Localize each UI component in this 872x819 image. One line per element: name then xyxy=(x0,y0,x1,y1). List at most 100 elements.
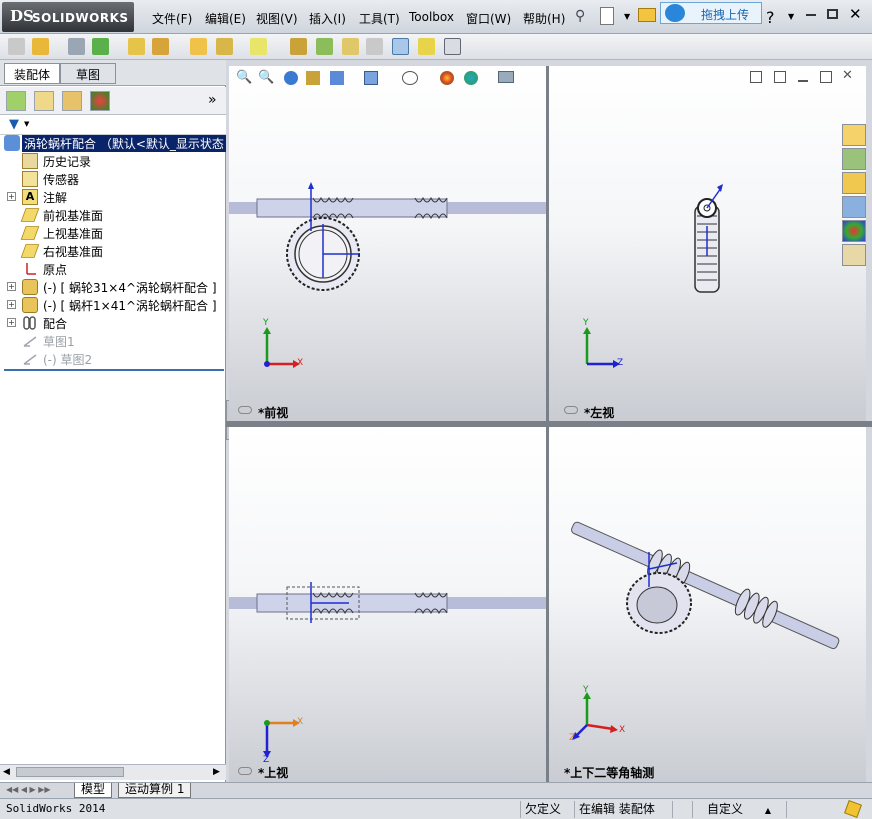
feature-manager-icon[interactable] xyxy=(6,91,26,111)
file-explorer-icon[interactable] xyxy=(842,172,866,194)
apply-scene-icon[interactable] xyxy=(464,71,478,85)
bill-of-materials-icon[interactable] xyxy=(316,38,333,55)
custom-properties-icon[interactable] xyxy=(842,244,866,266)
view-orientation-icon[interactable] xyxy=(364,71,378,85)
sw-resources-icon[interactable] xyxy=(842,124,866,146)
tree-item-label: 上视基准面 xyxy=(43,227,104,241)
explode-line-sketch-icon[interactable] xyxy=(366,38,383,55)
menu-file[interactable]: 文件(F) xyxy=(152,10,192,27)
solidworks-logo[interactable]: DS SOLIDWORKS xyxy=(2,2,134,32)
top-triad: X Z xyxy=(259,715,309,768)
interference-detection-icon[interactable] xyxy=(392,38,409,55)
show-hidden-icon[interactable] xyxy=(190,38,207,55)
new-document-icon[interactable] xyxy=(600,7,614,25)
help-icon[interactable]: ? xyxy=(766,8,775,27)
zoom-to-fit-icon[interactable]: 🔍 xyxy=(236,70,252,85)
edit-appearance-icon[interactable] xyxy=(440,71,454,85)
component-icon[interactable] xyxy=(8,38,25,55)
tree-item-label: 历史记录 xyxy=(43,155,92,169)
chevron-down-icon[interactable]: ▼ xyxy=(624,12,630,21)
view-settings-icon[interactable] xyxy=(498,71,514,83)
single-view-icon[interactable] xyxy=(750,71,762,83)
upload-tooltip[interactable]: 拖拽上传 xyxy=(660,2,762,24)
view-palette-icon[interactable] xyxy=(842,196,866,218)
viewport-top[interactable]: X Z *上视 xyxy=(229,427,546,782)
scroll-right-icon[interactable]: ▶ xyxy=(213,767,220,777)
zoom-area-icon[interactable]: 🔍 xyxy=(258,70,274,85)
tab-scroll-first-icon[interactable]: ◀◀ ◀ ▶ ▶▶ xyxy=(6,785,51,794)
tab-assembly[interactable]: 装配体 xyxy=(4,63,60,84)
plane-icon xyxy=(20,208,40,222)
menu-tools[interactable]: 工具(T) xyxy=(359,10,400,27)
menu-view[interactable]: 视图(V) xyxy=(256,10,298,27)
menu-window[interactable]: 窗口(W) xyxy=(466,10,511,27)
command-manager-tabs: 装配体 草图 xyxy=(0,60,226,86)
tree-item-label: 草图1 xyxy=(43,335,75,349)
smart-fasteners-icon[interactable] xyxy=(128,38,145,55)
help-dropdown-icon[interactable]: ▼ xyxy=(788,12,794,21)
filter-icon[interactable]: ▼ xyxy=(9,117,19,132)
viewport-minimize-icon[interactable] xyxy=(798,80,808,82)
filter-dropdown-icon[interactable]: ▼ xyxy=(24,120,29,128)
menu-insert[interactable]: 插入(I) xyxy=(309,10,346,27)
configuration-manager-icon[interactable] xyxy=(62,91,82,111)
dynamic-annotation-icon[interactable] xyxy=(330,71,344,85)
section-view-icon[interactable] xyxy=(306,71,320,85)
maximize-icon[interactable] xyxy=(827,9,838,19)
status-units[interactable]: 自定义 ▲ xyxy=(692,801,784,818)
move-component-icon[interactable] xyxy=(152,38,169,55)
tab-motion-study-1[interactable]: 运动算例 1 xyxy=(118,783,192,798)
menu-help[interactable]: 帮助(H) xyxy=(523,10,565,27)
tab-sketch[interactable]: 草图 xyxy=(60,63,116,84)
viewport-isometric[interactable]: Y X Z *上下二等角轴测 xyxy=(549,427,866,782)
link-views-icon[interactable] xyxy=(238,406,252,414)
viewport-restore-icon[interactable] xyxy=(820,71,832,83)
viewport-close-icon[interactable]: ✕ xyxy=(842,68,853,83)
history-icon xyxy=(22,153,38,169)
previous-view-icon[interactable] xyxy=(284,71,298,85)
exploded-view-icon[interactable] xyxy=(342,38,359,55)
linear-pattern-icon[interactable] xyxy=(92,38,109,55)
expand-plus-icon[interactable]: + xyxy=(7,192,16,201)
tree-horizontal-scrollbar[interactable]: ◀ ▶ xyxy=(0,764,226,780)
link-views-icon[interactable] xyxy=(238,767,252,775)
appearances-icon[interactable] xyxy=(842,220,866,242)
scroll-left-icon[interactable]: ◀ xyxy=(3,767,10,777)
task-pane-tabs xyxy=(842,124,870,270)
tab-model[interactable]: 模型 xyxy=(74,783,113,798)
rollback-bar[interactable] xyxy=(4,369,224,371)
instant3d-icon[interactable] xyxy=(444,38,461,55)
viewport-splitter-horizontal[interactable] xyxy=(226,421,872,427)
menu-toolbox[interactable]: Toolbox xyxy=(409,10,454,24)
clearance-verification-icon[interactable] xyxy=(418,38,435,55)
minimize-icon[interactable] xyxy=(806,14,816,16)
units-caret-icon: ▲ xyxy=(764,806,771,815)
property-manager-icon[interactable] xyxy=(34,91,54,111)
viewport-front[interactable]: Y X *前视 xyxy=(229,66,546,421)
assembly-features-icon[interactable] xyxy=(216,38,233,55)
panel-expand-icon[interactable]: » xyxy=(208,92,217,108)
close-icon[interactable]: ✕ xyxy=(849,5,862,23)
expand-plus-icon[interactable]: + xyxy=(7,282,16,291)
viewport-left[interactable]: Y Z *左视 xyxy=(549,66,866,421)
expand-plus-icon[interactable]: + xyxy=(7,318,16,327)
insert-component-icon[interactable] xyxy=(32,38,49,55)
menu-edit[interactable]: 编辑(E) xyxy=(205,10,246,27)
display-manager-icon[interactable] xyxy=(90,91,110,111)
link-views-icon[interactable] xyxy=(564,406,578,414)
viewport-label-top: *上视 xyxy=(258,766,289,780)
pin-icon[interactable]: ⚲ xyxy=(575,8,585,24)
mate-icon[interactable] xyxy=(68,38,85,55)
panel-icon-row: » xyxy=(0,87,226,115)
design-library-icon[interactable] xyxy=(842,148,866,170)
expand-plus-icon[interactable]: + xyxy=(7,300,16,309)
display-style-icon[interactable] xyxy=(402,71,418,85)
reference-geometry-icon[interactable] xyxy=(250,38,267,55)
scroll-thumb[interactable] xyxy=(16,767,124,777)
quick-tips-icon[interactable] xyxy=(844,800,862,818)
open-folder-icon[interactable] xyxy=(638,8,656,22)
two-view-icon[interactable] xyxy=(774,71,786,83)
tree-root-assembly[interactable]: 涡轮蜗杆配合 （默认<默认_显示状态 xyxy=(0,134,226,152)
new-motion-study-icon[interactable] xyxy=(290,38,307,55)
status-underdefined: 欠定义 xyxy=(520,801,572,818)
